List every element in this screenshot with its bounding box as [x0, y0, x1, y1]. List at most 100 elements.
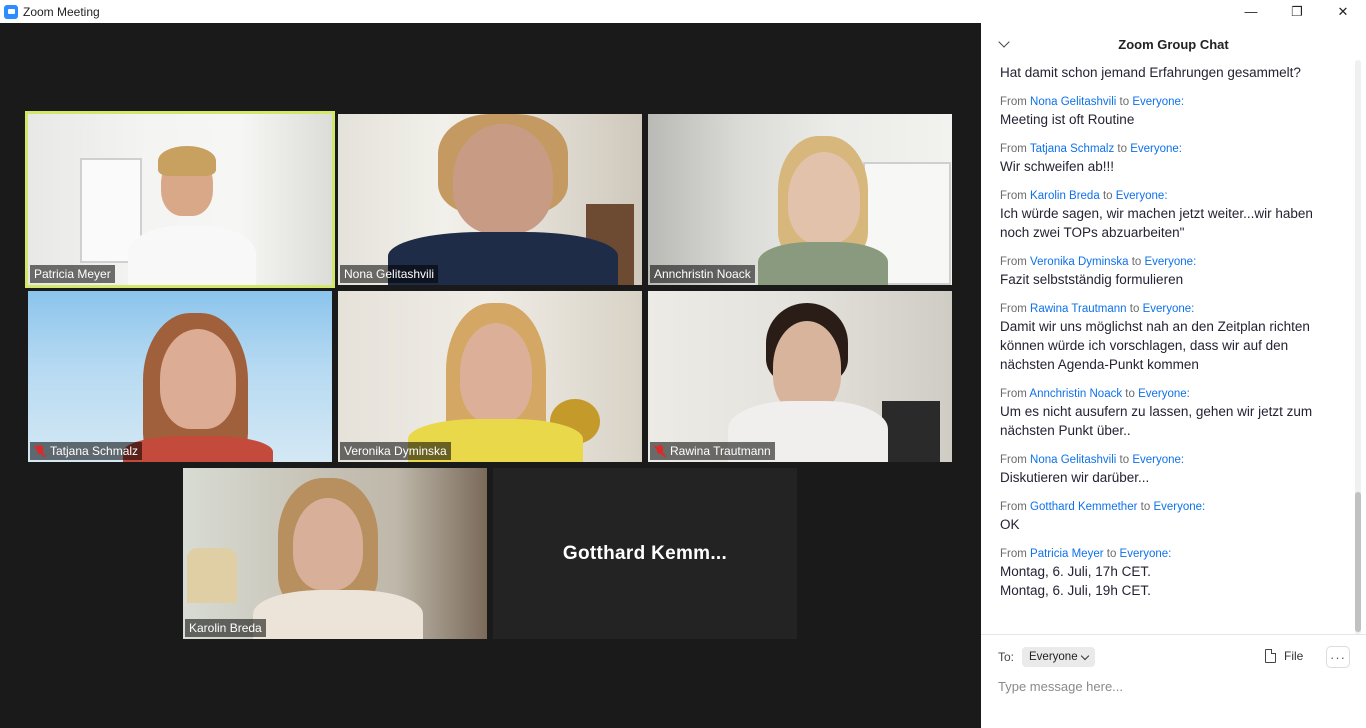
file-button[interactable]: File	[1265, 649, 1303, 663]
muted-mic-icon	[654, 445, 666, 457]
from-word: From	[1000, 501, 1027, 513]
participant-body	[758, 242, 888, 285]
from-word: From	[1000, 190, 1027, 202]
video-tile-6[interactable]: Rawina Trautmann	[648, 291, 952, 462]
to-word: to	[1119, 454, 1130, 466]
message-text: Damit wir uns möglichst nah an den Zeitp…	[1000, 319, 1310, 372]
recipient-link[interactable]: Everyone:	[1130, 143, 1182, 155]
message-text: Um es nicht ausufern zu lassen, gehen wi…	[1000, 404, 1313, 438]
chat-panel: — ❐ ✕ Zoom Group Chat Hat damit schon je…	[981, 0, 1366, 728]
sender-link[interactable]: Annchristin Noack	[1029, 388, 1122, 400]
minimize-button[interactable]: —	[1228, 0, 1274, 23]
recipient-row: To: Everyone	[998, 647, 1095, 667]
file-label: File	[1284, 649, 1304, 663]
participant-name: Rawina Trautmann	[670, 444, 771, 458]
chat-messages[interactable]: Hat damit schon jemand Erfahrungen gesam…	[1000, 63, 1330, 633]
participant-name-placeholder: Gotthard Kemm...	[562, 542, 728, 564]
participant-name-tag: Tatjana Schmalz	[30, 442, 143, 460]
muted-mic-icon	[34, 445, 46, 457]
message-meta: From Annchristin Noack to Everyone:	[1000, 388, 1330, 400]
divider	[981, 634, 1366, 635]
more-options-button[interactable]: ···	[1326, 646, 1350, 668]
participant-name-tag: Karolin Breda	[185, 619, 266, 637]
chat-header: Zoom Group Chat	[981, 33, 1366, 57]
recipient-link[interactable]: Everyone:	[1144, 256, 1196, 268]
sender-link[interactable]: Gotthard Kemmether	[1030, 501, 1137, 513]
recipient-link[interactable]: Everyone:	[1132, 96, 1184, 108]
message-meta: From Patricia Meyer to Everyone:	[1000, 548, 1330, 560]
sender-link[interactable]: Nona Gelitashvili	[1030, 96, 1116, 108]
chat-message: From Karolin Breda to Everyone: Ich würde…	[1000, 190, 1330, 242]
window-controls: — ❐ ✕	[1216, 0, 1366, 23]
recipient-value: Everyone	[1029, 651, 1078, 663]
maximize-button[interactable]: ❐	[1274, 0, 1320, 23]
from-word: From	[1000, 548, 1027, 560]
message-input[interactable]	[998, 676, 1338, 696]
participant-body	[123, 436, 273, 462]
participant-name: Tatjana Schmalz	[50, 444, 139, 458]
message-text: Diskutieren wir darüber...	[1000, 470, 1150, 485]
participant-face	[293, 498, 363, 590]
chat-message: From Annchristin Noack to Everyone: Um es…	[1000, 388, 1330, 440]
recipient-link[interactable]: Everyone:	[1116, 190, 1168, 202]
chat-message: Hat damit schon jemand Erfahrungen gesam…	[1000, 63, 1330, 82]
participant-name-tag: Rawina Trautmann	[650, 442, 775, 460]
participant-face	[773, 321, 841, 413]
lamp	[187, 548, 237, 603]
sender-link[interactable]: Tatjana Schmalz	[1030, 143, 1114, 155]
sender-link[interactable]: Nona Gelitashvili	[1030, 454, 1116, 466]
participant-face	[160, 329, 236, 429]
participant-name-tag: Nona Gelitashvili	[340, 265, 439, 283]
video-tile-7[interactable]: Karolin Breda	[183, 468, 487, 639]
from-word: From	[1000, 303, 1027, 315]
participant-name-tag: Patricia Meyer	[30, 265, 115, 283]
chat-title: Zoom Group Chat	[1118, 37, 1229, 52]
from-word: From	[1000, 454, 1027, 466]
sender-link[interactable]: Veronika Dyminska	[1030, 256, 1128, 268]
video-tile-2[interactable]: Nona Gelitashvili	[338, 114, 642, 285]
recipient-link[interactable]: Everyone:	[1143, 303, 1195, 315]
close-button[interactable]: ✕	[1320, 0, 1366, 23]
message-meta: From Karolin Breda to Everyone:	[1000, 190, 1330, 202]
recipient-link[interactable]: Everyone:	[1153, 501, 1205, 513]
sender-link[interactable]: Rawina Trautmann	[1030, 303, 1127, 315]
recipient-dropdown[interactable]: Everyone	[1022, 647, 1095, 667]
chat-scrollbar[interactable]	[1355, 60, 1361, 635]
participant-name: Patricia Meyer	[34, 267, 111, 281]
video-tile-5[interactable]: Veronika Dyminska	[338, 291, 642, 462]
recipient-link[interactable]: Everyone:	[1138, 388, 1190, 400]
video-tile-3[interactable]: Annchristin Noack	[648, 114, 952, 285]
from-word: From	[1000, 388, 1027, 400]
participant-name: Veronika Dyminska	[344, 444, 447, 458]
message-meta: From Nona Gelitashvili to Everyone:	[1000, 96, 1330, 108]
participant-name-tag: Annchristin Noack	[650, 265, 755, 283]
participant-name: Annchristin Noack	[654, 267, 751, 281]
to-word: to	[1129, 303, 1140, 315]
participant-body	[128, 226, 256, 285]
chat-message: From Tatjana Schmalz to Everyone: Wir sch…	[1000, 143, 1330, 176]
video-tile-no-video[interactable]: Gotthard Kemm...	[493, 468, 797, 639]
video-tile-1[interactable]: Patricia Meyer	[25, 111, 335, 288]
recipient-link[interactable]: Everyone:	[1120, 548, 1172, 560]
chat-message: From Gotthard Kemmether to Everyone: OK	[1000, 501, 1330, 534]
chat-message: From Nona Gelitashvili to Everyone: Disku…	[1000, 454, 1330, 487]
participant-name-tag: Veronika Dyminska	[340, 442, 451, 460]
recipient-link[interactable]: Everyone:	[1132, 454, 1184, 466]
file-icon	[1265, 649, 1276, 663]
participant-face	[453, 124, 553, 234]
to-word: to	[1102, 190, 1113, 202]
participant-face	[788, 152, 860, 244]
message-meta: From Gotthard Kemmether to Everyone:	[1000, 501, 1330, 513]
chat-message: From Nona Gelitashvili to Everyone: Meeti…	[1000, 96, 1330, 129]
participant-name: Nona Gelitashvili	[344, 267, 435, 281]
sender-link[interactable]: Patricia Meyer	[1030, 548, 1104, 560]
window-title: Zoom Meeting	[23, 4, 100, 19]
message-meta: From Tatjana Schmalz to Everyone:	[1000, 143, 1330, 155]
video-gallery: Patricia Meyer Nona Gelitashvili Annchri…	[0, 23, 981, 728]
video-tile-4[interactable]: Tatjana Schmalz	[28, 291, 332, 462]
scrollbar-thumb[interactable]	[1355, 492, 1361, 632]
from-word: From	[1000, 143, 1027, 155]
zoom-app-icon	[4, 4, 18, 19]
monitor	[882, 401, 940, 462]
sender-link[interactable]: Karolin Breda	[1030, 190, 1100, 202]
